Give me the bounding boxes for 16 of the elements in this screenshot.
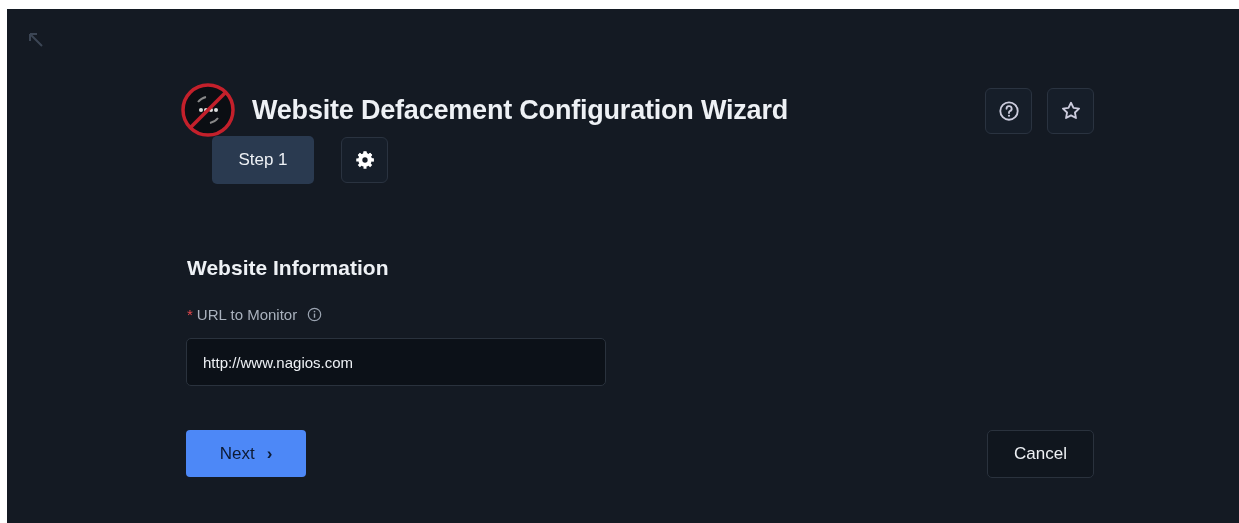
star-icon [1059, 100, 1082, 122]
help-button[interactable] [985, 88, 1032, 134]
settings-button[interactable] [341, 137, 388, 183]
field-label: URL to Monitor [196, 306, 298, 323]
required-mark: * [187, 306, 193, 323]
blocked-icon [180, 82, 236, 138]
url-field[interactable]: http://www.nagios.com [186, 338, 606, 386]
info-icon[interactable] [307, 307, 323, 322]
step-button[interactable]: Step 1 [212, 136, 314, 184]
settings-icon [354, 150, 375, 170]
cancel-button[interactable]: Cancel [987, 430, 1094, 478]
wizard-title: Website Defacement Configuration Wizard [252, 94, 789, 126]
help-icon [997, 100, 1020, 122]
next-button[interactable]: Next › [186, 430, 306, 477]
favorite-button[interactable] [1047, 88, 1094, 134]
section-heading: Website Information [187, 256, 390, 280]
